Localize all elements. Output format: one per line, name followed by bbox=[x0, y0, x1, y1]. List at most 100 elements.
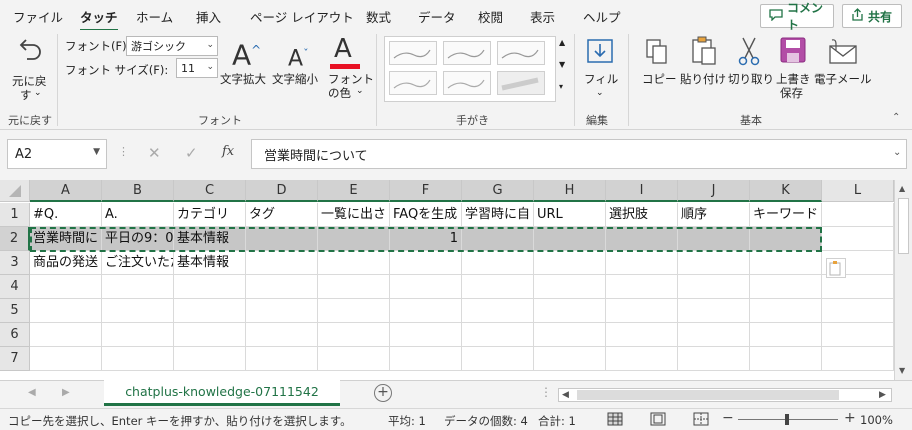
cell-l5[interactable] bbox=[822, 299, 894, 323]
cut-button[interactable]: 切り取り bbox=[728, 34, 774, 104]
shrink-font-button[interactable]: Aˇ 文字縮小 bbox=[272, 34, 322, 104]
cell-i2[interactable] bbox=[606, 227, 678, 251]
cell-i5[interactable] bbox=[606, 299, 678, 323]
cell-b7[interactable] bbox=[102, 347, 174, 371]
fill-button[interactable]: フィル ⌄ bbox=[582, 34, 618, 106]
insert-function-fx-icon[interactable]: fx bbox=[222, 144, 234, 159]
cell-c1[interactable]: カテゴリ bbox=[174, 203, 246, 227]
cell-k6[interactable] bbox=[750, 323, 822, 347]
save-button[interactable]: 上書き 保存 bbox=[774, 34, 812, 106]
tab-splitter-grip-icon[interactable]: ⋮ bbox=[540, 385, 552, 399]
cell-h3[interactable] bbox=[534, 251, 606, 275]
pen-style-1[interactable] bbox=[389, 41, 437, 65]
row-header-4[interactable]: 4 bbox=[0, 275, 30, 299]
horizontal-scrollbar[interactable]: ◀ ▶ bbox=[558, 388, 892, 402]
cell-f1[interactable]: FAQを生成 bbox=[390, 203, 462, 227]
email-button[interactable]: 電子メール bbox=[814, 34, 872, 104]
cell-i6[interactable] bbox=[606, 323, 678, 347]
share-button[interactable]: 共有 bbox=[842, 4, 902, 28]
tab-page-layout[interactable]: ページ レイアウト bbox=[250, 7, 354, 26]
cell-l7[interactable] bbox=[822, 347, 894, 371]
cell-f2[interactable]: 1 bbox=[390, 227, 462, 251]
column-header-b[interactable]: B bbox=[102, 180, 174, 202]
scroll-up-arrow-icon[interactable]: ▲ bbox=[899, 184, 905, 193]
cell-k7[interactable] bbox=[750, 347, 822, 371]
tab-touch[interactable]: タッチ bbox=[80, 7, 118, 32]
cell-g5[interactable] bbox=[462, 299, 534, 323]
vertical-scroll-thumb[interactable] bbox=[898, 198, 909, 254]
cell-f5[interactable] bbox=[390, 299, 462, 323]
cell-h2[interactable] bbox=[534, 227, 606, 251]
cell-f7[interactable] bbox=[390, 347, 462, 371]
column-header-k[interactable]: K bbox=[750, 180, 822, 202]
page-layout-view-icon[interactable] bbox=[650, 412, 666, 429]
scroll-left-arrow-icon[interactable]: ◀ bbox=[562, 390, 569, 400]
vertical-scrollbar[interactable]: ▲ ▼ bbox=[894, 180, 912, 380]
cell-k1[interactable]: キーワード bbox=[750, 203, 822, 227]
highlighter-style[interactable] bbox=[497, 71, 545, 95]
row-header-3[interactable]: 3 bbox=[0, 251, 30, 275]
cell-d2[interactable] bbox=[246, 227, 318, 251]
cell-e1[interactable]: 一覧に出さ bbox=[318, 203, 390, 227]
column-header-e[interactable]: E bbox=[318, 180, 390, 202]
cell-c2[interactable]: 基本情報 bbox=[174, 227, 246, 251]
cell-g4[interactable] bbox=[462, 275, 534, 299]
cell-k3[interactable] bbox=[750, 251, 822, 275]
cell-k4[interactable] bbox=[750, 275, 822, 299]
cell-e4[interactable] bbox=[318, 275, 390, 299]
expand-formula-chevron-down-icon[interactable]: ⌄ bbox=[893, 147, 901, 158]
scroll-down-arrow-icon[interactable]: ▼ bbox=[899, 366, 905, 375]
cell-l6[interactable] bbox=[822, 323, 894, 347]
row-header-6[interactable]: 6 bbox=[0, 323, 30, 347]
column-header-j[interactable]: J bbox=[678, 180, 750, 202]
cell-h7[interactable] bbox=[534, 347, 606, 371]
column-header-l[interactable]: L bbox=[822, 180, 894, 202]
cell-g3[interactable] bbox=[462, 251, 534, 275]
formula-input[interactable]: 営業時間について bbox=[251, 139, 907, 169]
sheet-tab[interactable]: chatplus-knowledge-07111542 bbox=[104, 380, 340, 406]
row-header-7[interactable]: 7 bbox=[0, 347, 30, 371]
cell-a4[interactable] bbox=[30, 275, 102, 299]
cell-l1[interactable] bbox=[822, 203, 894, 227]
cell-h5[interactable] bbox=[534, 299, 606, 323]
cell-b6[interactable] bbox=[102, 323, 174, 347]
cancel-close-icon[interactable]: ✕ bbox=[148, 144, 161, 162]
normal-view-icon[interactable] bbox=[607, 412, 623, 429]
cell-a7[interactable] bbox=[30, 347, 102, 371]
cell-f4[interactable] bbox=[390, 275, 462, 299]
column-header-i[interactable]: I bbox=[606, 180, 678, 202]
pen-style-2[interactable] bbox=[443, 41, 491, 65]
zoom-level[interactable]: 100% bbox=[860, 413, 893, 427]
font-name-select[interactable]: 游ゴシック ⌄ bbox=[126, 36, 218, 56]
cell-j5[interactable] bbox=[678, 299, 750, 323]
cell-c5[interactable] bbox=[174, 299, 246, 323]
next-sheet-chevron-right-icon[interactable]: ▶ bbox=[62, 387, 70, 398]
font-color-button[interactable]: A フォント の色 ⌄ bbox=[326, 34, 374, 108]
cell-i4[interactable] bbox=[606, 275, 678, 299]
tab-help[interactable]: ヘルプ bbox=[583, 7, 621, 26]
add-sheet-plus-icon[interactable]: + bbox=[374, 384, 392, 402]
cell-e5[interactable] bbox=[318, 299, 390, 323]
tab-data[interactable]: データ bbox=[418, 7, 456, 26]
column-header-c[interactable]: C bbox=[174, 180, 246, 202]
pen-style-5[interactable] bbox=[443, 71, 491, 95]
tab-file[interactable]: ファイル bbox=[13, 7, 63, 26]
comment-button[interactable]: コメント bbox=[760, 1, 834, 32]
row-header-2[interactable]: 2 bbox=[0, 227, 30, 251]
column-header-g[interactable]: G bbox=[462, 180, 534, 202]
cell-e6[interactable] bbox=[318, 323, 390, 347]
cell-a2[interactable]: 営業時間に bbox=[30, 227, 102, 251]
paste-button[interactable]: 貼り付け bbox=[680, 34, 726, 104]
cell-e7[interactable] bbox=[318, 347, 390, 371]
cell-a1[interactable]: #Q. bbox=[30, 203, 102, 227]
pen-style-4[interactable] bbox=[389, 71, 437, 95]
cell-c7[interactable] bbox=[174, 347, 246, 371]
undo-button[interactable]: 元に戻 す ⌄ bbox=[10, 34, 50, 104]
cell-i1[interactable]: 選択肢 bbox=[606, 203, 678, 227]
cell-k5[interactable] bbox=[750, 299, 822, 323]
cell-d1[interactable]: タグ bbox=[246, 203, 318, 227]
collapse-ribbon-chevron-icon[interactable]: ⌃ bbox=[892, 112, 900, 123]
cell-b4[interactable] bbox=[102, 275, 174, 299]
tab-review[interactable]: 校閲 bbox=[478, 7, 503, 26]
cell-e3[interactable] bbox=[318, 251, 390, 275]
